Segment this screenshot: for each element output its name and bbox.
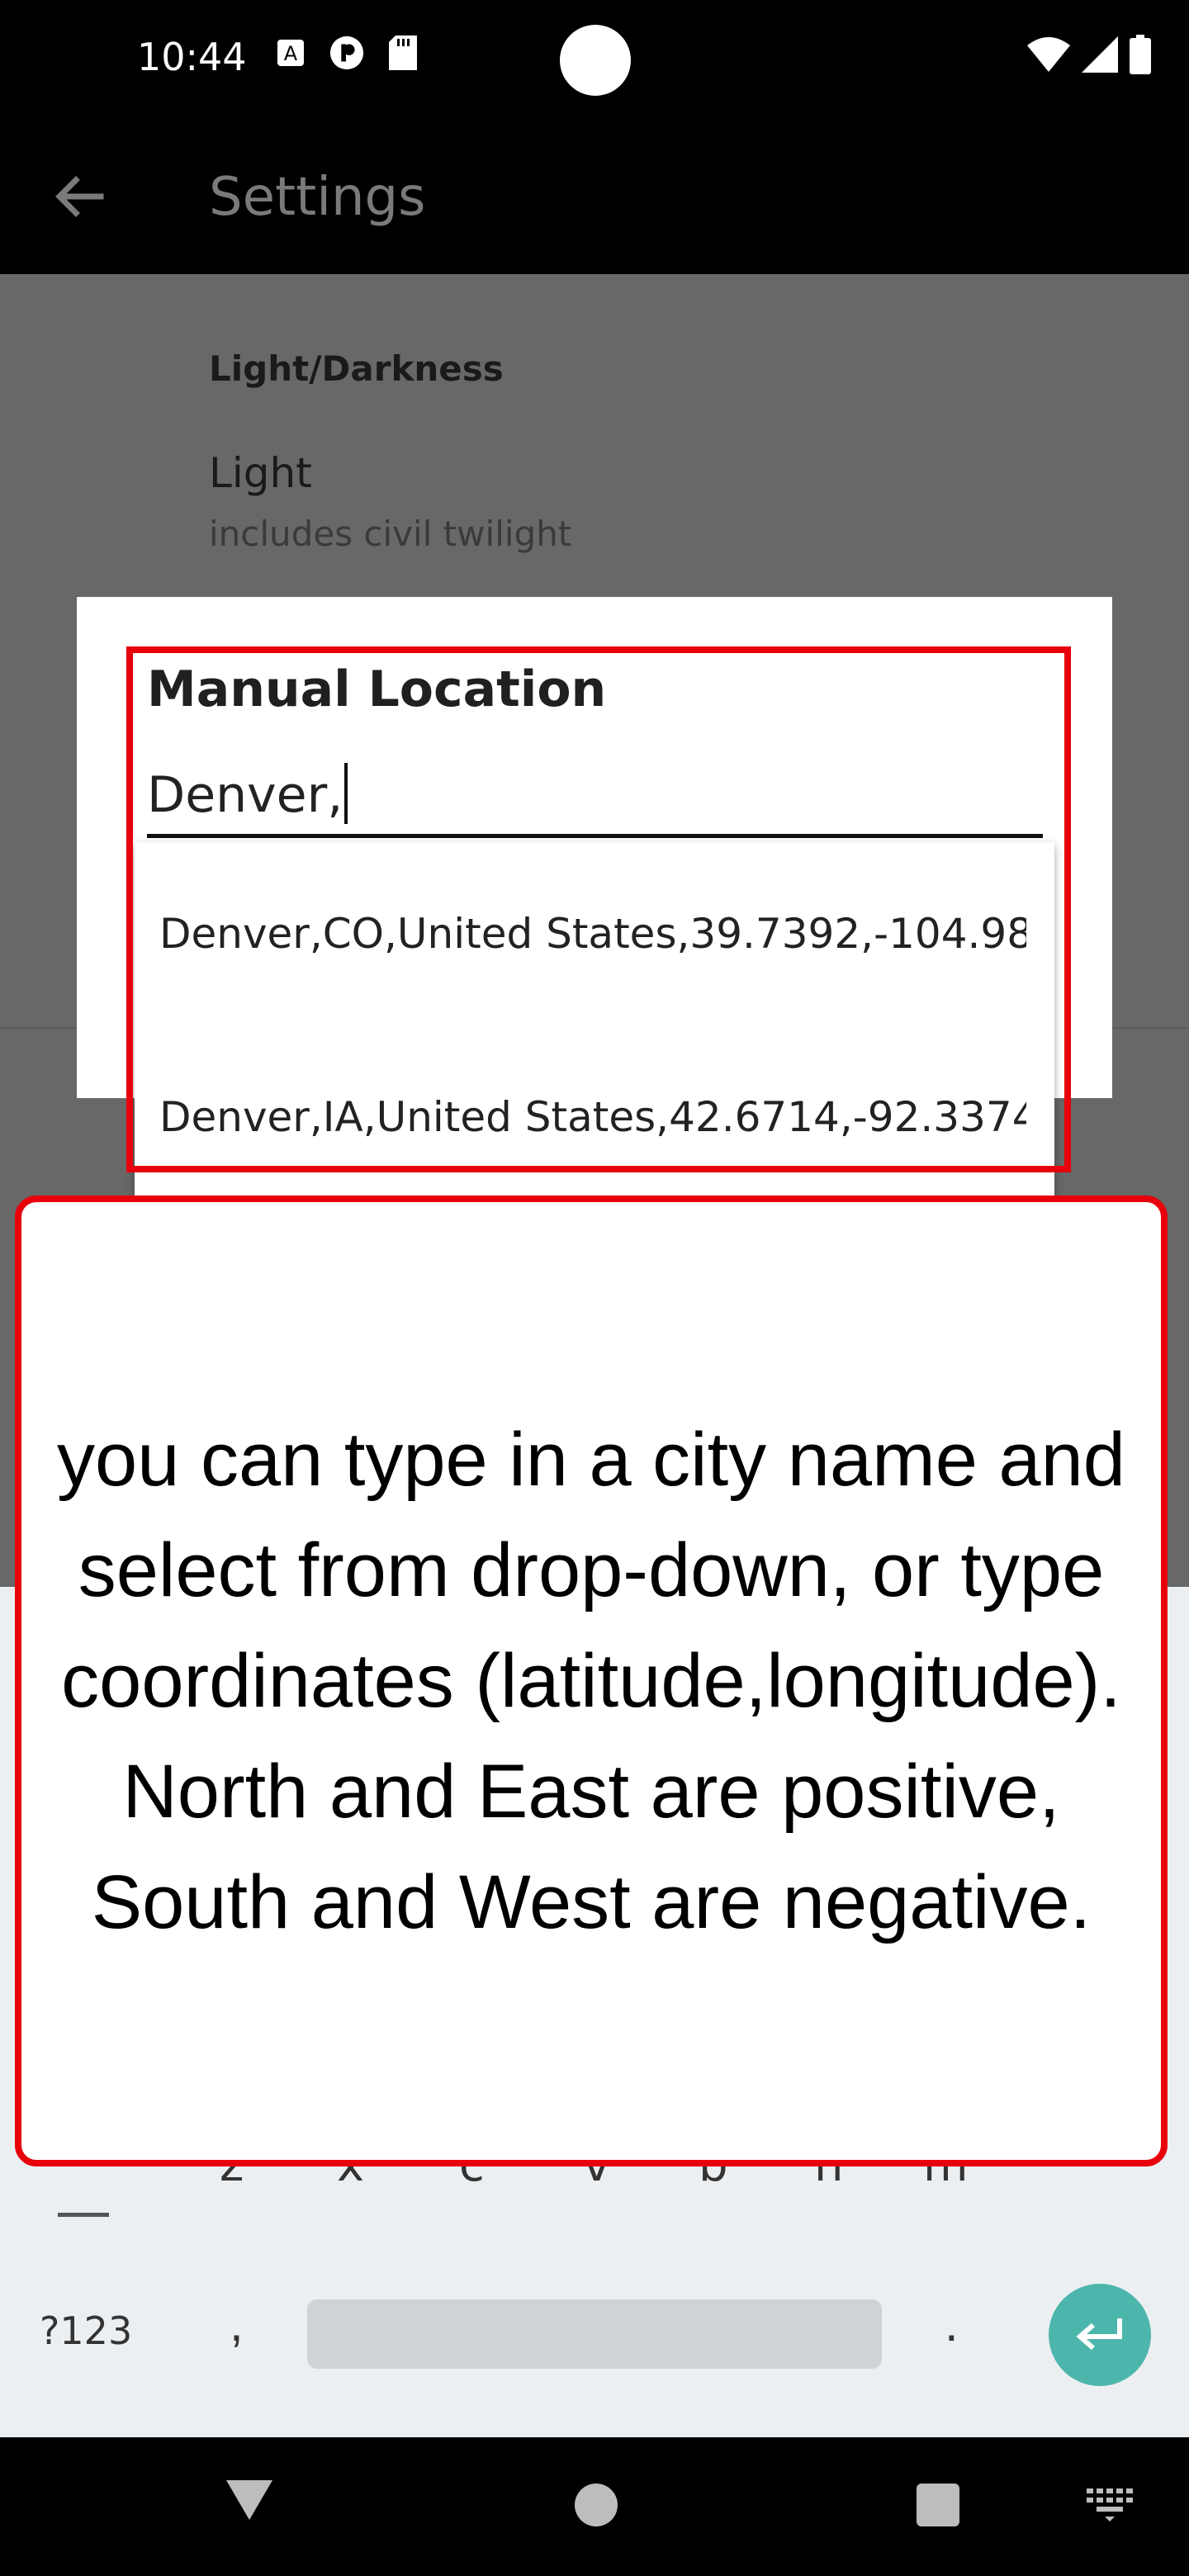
comma-key[interactable]: , (230, 2295, 244, 2352)
preference-title[interactable]: Light (209, 449, 312, 497)
shift-key-indicator[interactable] (58, 2213, 109, 2217)
space-key[interactable] (307, 2299, 882, 2369)
status-bar: 10:44 A (0, 0, 1189, 116)
period-key[interactable]: . (945, 2295, 959, 2352)
circle-p-icon (329, 33, 365, 73)
callout-text: you can type in a city name and select f… (57, 1418, 1125, 1944)
navigation-bar (0, 2437, 1189, 2576)
nav-back-icon[interactable] (225, 2477, 274, 2527)
enter-key[interactable] (1049, 2284, 1151, 2386)
symbols-key[interactable]: ?123 (40, 2308, 132, 2353)
enter-icon (1076, 2318, 1122, 2351)
notification-icons: A (272, 33, 421, 73)
annotation-callout: you can type in a city name and select f… (15, 1196, 1168, 2166)
wifi-icon (1027, 37, 1070, 76)
sd-card-icon (385, 33, 421, 73)
signal-icon (1082, 36, 1118, 77)
svg-text:A: A (284, 42, 298, 65)
page-title: Settings (209, 167, 426, 228)
section-header: Light/Darkness (209, 348, 504, 389)
camera-cutout (560, 25, 631, 96)
keyboard-switch-icon[interactable] (1087, 2488, 1133, 2526)
preference-summary: includes civil twilight (209, 514, 572, 554)
battery-icon (1130, 35, 1151, 78)
back-arrow-icon[interactable] (50, 167, 109, 226)
app-notification-icon: A (272, 33, 309, 73)
status-time: 10:44 (137, 35, 247, 79)
nav-recents-icon[interactable] (917, 2484, 959, 2526)
app-bar: Settings (0, 116, 1189, 274)
nav-home-icon[interactable] (575, 2484, 618, 2526)
annotation-highlight (126, 646, 1071, 1172)
system-status-icons (1027, 35, 1151, 78)
